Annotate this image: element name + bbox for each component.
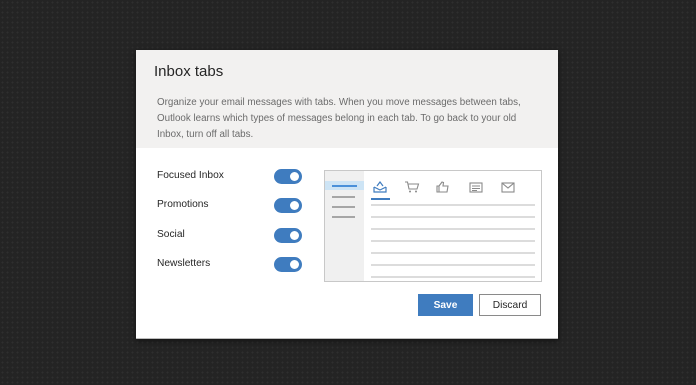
inbox-preview: [324, 170, 542, 282]
inbox-icon: [373, 181, 387, 193]
focused-inbox-toggle[interactable]: [274, 169, 302, 184]
preview-sidebar-line: [332, 216, 355, 218]
preview-message-line: [371, 264, 535, 266]
toggle-knob: [290, 260, 299, 269]
dialog-description: Organize your email messages with tabs. …: [157, 97, 521, 140]
dialog-header: Inbox tabs Organize your email messages …: [136, 50, 558, 148]
toggle-label-promotions: Promotions: [157, 199, 209, 210]
thumbs-up-icon: [436, 181, 449, 193]
preview-sidebar-line: [332, 196, 355, 198]
preview-message-line: [371, 252, 535, 254]
envelope-icon: [501, 182, 515, 193]
toggle-row-newsletters: Newsletters: [157, 255, 307, 275]
newsletters-toggle[interactable]: [274, 257, 302, 272]
newspaper-icon: [469, 182, 483, 193]
dialog-title: Inbox tabs: [154, 63, 224, 80]
toggle-row-focused-inbox: Focused Inbox: [157, 167, 307, 187]
discard-button[interactable]: Discard: [479, 294, 541, 316]
inbox-tabs-dialog: Inbox tabs Organize your email messages …: [136, 50, 558, 339]
toggle-label-focused-inbox: Focused Inbox: [157, 170, 224, 181]
save-button[interactable]: Save: [418, 294, 473, 316]
preview-message-line: [371, 276, 535, 278]
preview-sidebar-line: [332, 206, 355, 208]
toggle-label-social: Social: [157, 229, 185, 240]
preview-sidebar-line: [332, 185, 357, 187]
preview-sidebar: [325, 171, 364, 281]
toggle-knob: [290, 172, 299, 181]
preview-message-line: [371, 204, 535, 206]
preview-message-line: [371, 228, 535, 230]
promotions-toggle[interactable]: [274, 198, 302, 213]
toggle-label-newsletters: Newsletters: [157, 258, 211, 269]
active-tab-indicator: [371, 198, 390, 200]
preview-message-line: [371, 240, 535, 242]
toggle-knob: [290, 201, 299, 210]
social-toggle[interactable]: [274, 228, 302, 243]
cart-icon: [405, 181, 420, 193]
toggle-row-promotions: Promotions: [157, 196, 307, 216]
toggle-knob: [290, 231, 299, 240]
preview-message-line: [371, 216, 535, 218]
toggle-row-social: Social: [157, 226, 307, 246]
